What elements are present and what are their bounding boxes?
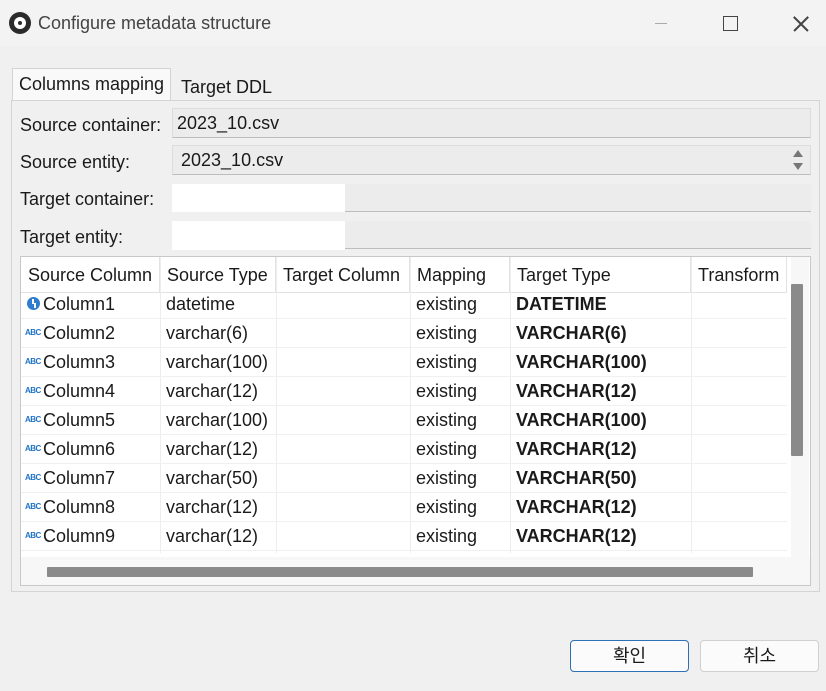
table-row[interactable]: ABC Column9 varchar(12) existing VARCHAR… (21, 522, 787, 551)
app-logo-icon (9, 12, 31, 34)
target-type-cell[interactable]: VARCHAR(12) (510, 522, 691, 551)
transform-cell[interactable] (691, 493, 787, 522)
column-header-target-type[interactable]: Target Type (510, 257, 691, 293)
tab-target-ddl[interactable]: Target DDL (175, 72, 278, 100)
target-entity-label: Target entity: (20, 227, 124, 247)
source-type-cell: varchar(12) (166, 439, 259, 459)
target-column-cell[interactable] (276, 319, 410, 348)
source-type-cell: varchar(100) (166, 410, 269, 430)
transform-cell[interactable] (691, 377, 787, 406)
table-row[interactable]: Column1 datetime existing DATETIME (21, 290, 787, 319)
target-type-cell[interactable]: DATETIME (510, 290, 691, 319)
source-type-cell: varchar(12) (166, 526, 259, 546)
mapping-cell[interactable]: existing (410, 464, 510, 493)
transform-cell[interactable] (691, 290, 787, 319)
target-type-cell[interactable]: VARCHAR(12) (510, 377, 691, 406)
table-row[interactable]: ABC Column5 varchar(100) existing VARCHA… (21, 406, 787, 435)
column-header-transform[interactable]: Transform (691, 257, 787, 293)
table-header: Source Column Source Type Target Column … (21, 257, 787, 293)
spinner-down-icon[interactable] (793, 163, 803, 170)
source-type-cell: varchar(50) (166, 468, 259, 488)
spinner-up-icon[interactable] (793, 150, 803, 157)
mapping-cell[interactable]: existing (410, 290, 510, 319)
entity-spinner[interactable] (789, 145, 807, 175)
target-column-cell[interactable] (276, 290, 410, 319)
target-column-cell[interactable] (276, 348, 410, 377)
columns-mapping-table[interactable]: Source Column Source Type Target Column … (20, 256, 811, 586)
table-row[interactable]: ABC Column3 varchar(100) existing VARCHA… (21, 348, 787, 377)
target-type-cell[interactable]: VARCHAR(100) (510, 348, 691, 377)
source-type-cell: varchar(100) (166, 352, 269, 372)
source-column-cell: Column7 (43, 468, 116, 488)
target-column-cell[interactable] (276, 435, 410, 464)
source-container-field[interactable]: 2023_10.csv (172, 108, 811, 138)
transform-cell[interactable] (691, 406, 787, 435)
target-column-cell[interactable] (276, 493, 410, 522)
source-column-cell: Column5 (43, 410, 116, 430)
cancel-button[interactable]: 취소 (700, 640, 819, 672)
column-header-mapping[interactable]: Mapping (410, 257, 510, 293)
target-entity-field[interactable] (345, 221, 811, 249)
vertical-scroll-thumb[interactable] (791, 284, 803, 456)
column-header-source-type[interactable]: Source Type (160, 257, 276, 293)
source-column-cell: Column4 (43, 381, 116, 401)
table-row[interactable]: ABC Column4 varchar(12) existing VARCHAR… (21, 377, 787, 406)
window-title: Configure metadata structure (38, 13, 272, 33)
target-entity-input[interactable] (172, 221, 345, 250)
table-row[interactable]: ABC Column6 varchar(12) existing VARCHAR… (21, 435, 787, 464)
title-bar: Configure metadata structure (0, 0, 826, 46)
mapping-cell[interactable]: existing (410, 406, 510, 435)
target-type-cell[interactable]: VARCHAR(100) (510, 406, 691, 435)
maximize-icon[interactable] (706, 8, 752, 38)
minimize-icon[interactable] (638, 8, 684, 38)
target-column-cell[interactable] (276, 464, 410, 493)
close-icon[interactable] (776, 8, 822, 38)
target-type-cell[interactable]: VARCHAR(12) (510, 435, 691, 464)
target-container-field[interactable] (345, 184, 811, 212)
target-type-cell[interactable]: VARCHAR(50) (510, 464, 691, 493)
source-column-cell: Column3 (43, 352, 116, 372)
source-type-cell: datetime (166, 294, 236, 314)
target-column-cell[interactable] (276, 406, 410, 435)
target-column-cell[interactable] (276, 377, 410, 406)
source-entity-label: Source entity: (20, 152, 131, 172)
source-entity-select[interactable]: 2023_10.csv (172, 145, 811, 175)
mapping-cell[interactable]: existing (410, 377, 510, 406)
target-container-input[interactable] (172, 184, 345, 212)
mapping-cell[interactable]: existing (410, 522, 510, 551)
column-header-target-column[interactable]: Target Column (276, 257, 410, 293)
table-row[interactable]: ABC Column2 varchar(6) existing VARCHAR(… (21, 319, 787, 348)
source-container-label: Source container: (20, 115, 162, 135)
ok-button[interactable]: 확인 (570, 640, 689, 672)
transform-cell[interactable] (691, 435, 787, 464)
source-column-cell: Column8 (43, 497, 116, 517)
transform-cell[interactable] (691, 522, 787, 551)
table-row[interactable]: ABC Column8 varchar(12) existing VARCHAR… (21, 493, 787, 522)
source-type-cell: varchar(6) (166, 323, 249, 343)
source-type-cell: varchar(12) (166, 497, 259, 517)
mapping-cell[interactable]: existing (410, 319, 510, 348)
target-type-cell[interactable]: VARCHAR(12) (510, 493, 691, 522)
transform-cell[interactable] (691, 348, 787, 377)
table-row[interactable]: ABC Column7 varchar(50) existing VARCHAR… (21, 464, 787, 493)
target-container-label: Target container: (20, 189, 155, 209)
column-header-source-column[interactable]: Source Column (21, 257, 160, 293)
source-type-cell: varchar(12) (166, 381, 259, 401)
transform-cell[interactable] (691, 464, 787, 493)
target-column-cell[interactable] (276, 522, 410, 551)
source-column-cell: Column6 (43, 439, 116, 459)
target-type-cell[interactable]: VARCHAR(6) (510, 319, 691, 348)
mapping-cell[interactable]: existing (410, 348, 510, 377)
transform-cell[interactable] (691, 319, 787, 348)
source-column-cell: Column9 (43, 526, 116, 546)
mapping-cell[interactable]: existing (410, 493, 510, 522)
horizontal-scroll-thumb[interactable] (47, 567, 753, 577)
source-column-cell: Column1 (43, 294, 116, 314)
source-column-cell: Column2 (43, 323, 116, 343)
mapping-cell[interactable]: existing (410, 435, 510, 464)
tab-columns-mapping[interactable]: Columns mapping (12, 68, 172, 101)
